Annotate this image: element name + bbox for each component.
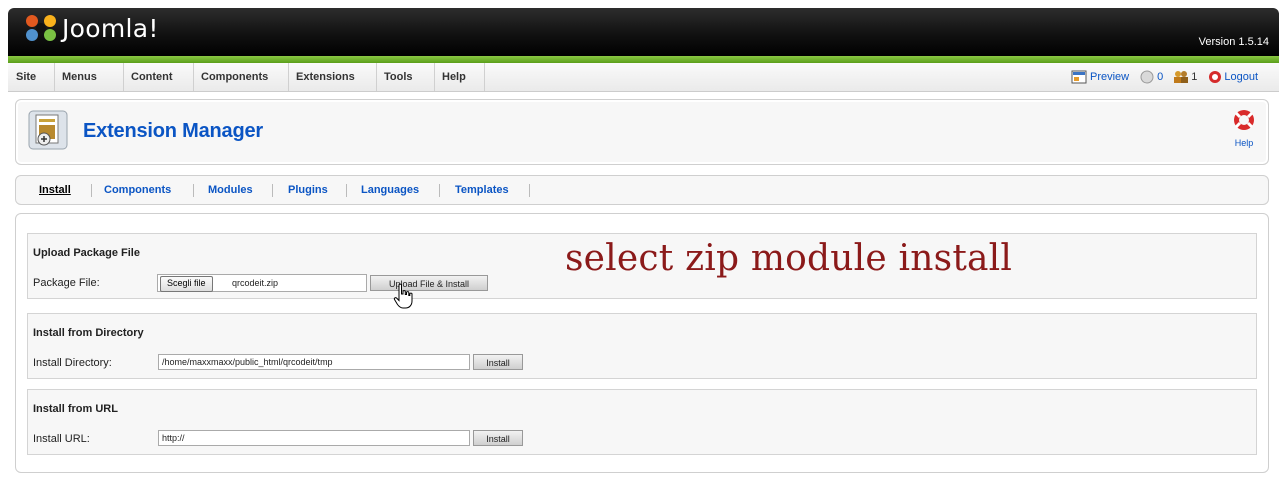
directory-section-title: Install from Directory	[33, 327, 144, 339]
tab-modules[interactable]: Modules	[208, 176, 253, 204]
users-icon	[1174, 71, 1189, 83]
menu-tools[interactable]: Tools	[376, 63, 435, 91]
tab-separator	[346, 184, 347, 197]
install-url-label: Install URL:	[33, 433, 90, 445]
upload-section-title: Upload Package File	[33, 247, 140, 259]
main-menu: Site Menus Content Components Extensions…	[8, 63, 1279, 92]
users-count-label: 1	[1191, 71, 1198, 83]
tab-components[interactable]: Components	[104, 176, 171, 204]
install-url-section: Install from URL Install URL: http:// In…	[27, 389, 1257, 455]
joomla-logo-icon	[26, 15, 56, 41]
logout-label[interactable]: Logout	[1224, 71, 1258, 83]
tab-languages[interactable]: Languages	[361, 176, 419, 204]
menu-extensions[interactable]: Extensions	[288, 63, 377, 91]
help-label[interactable]: Help	[1230, 138, 1258, 148]
package-file-label: Package File:	[33, 277, 100, 289]
messages-icon	[1140, 70, 1154, 84]
version-label: Version 1.5.14	[1198, 36, 1269, 48]
tab-separator	[439, 184, 440, 197]
logout-link[interactable]: Logout	[1207, 70, 1258, 84]
messages-count[interactable]: 0	[1139, 70, 1163, 84]
menu-content[interactable]: Content	[123, 63, 194, 91]
tab-plugins[interactable]: Plugins	[288, 176, 328, 204]
annotation-text: select zip module install	[565, 238, 1013, 279]
menu-site[interactable]: Site	[8, 63, 55, 91]
package-file-input[interactable]: Scegli file qrcodeit.zip	[157, 274, 367, 292]
submenu-tabs: Install Components Modules Plugins Langu…	[15, 175, 1269, 205]
install-directory-section: Install from Directory Install Directory…	[27, 313, 1257, 379]
menu-help[interactable]: Help	[434, 63, 485, 91]
lifebuoy-icon	[1234, 110, 1254, 130]
choose-file-button[interactable]: Scegli file	[160, 276, 213, 292]
selected-file-name: qrcodeit.zip	[232, 278, 279, 288]
hand-cursor-icon	[393, 283, 413, 309]
menu-components[interactable]: Components	[193, 63, 289, 91]
install-directory-label: Install Directory:	[33, 357, 112, 369]
extension-manager-icon	[28, 110, 68, 150]
upload-install-button[interactable]: Upload File & Install	[370, 275, 488, 291]
logout-icon	[1209, 71, 1222, 83]
messages-count-label: 0	[1157, 71, 1164, 83]
install-url-input[interactable]: http://	[158, 430, 470, 446]
tab-separator	[272, 184, 273, 197]
toolbar-panel: Extension Manager Help	[15, 99, 1269, 165]
tab-separator	[193, 184, 194, 197]
preview-label[interactable]: Preview	[1090, 71, 1129, 83]
header-bar: Joomla! Version 1.5.14	[8, 8, 1279, 56]
tab-separator	[91, 184, 92, 197]
preview-link[interactable]: Preview	[1071, 70, 1129, 84]
help-button[interactable]: Help	[1230, 108, 1258, 148]
url-section-title: Install from URL	[33, 403, 118, 415]
page-title: Extension Manager	[83, 120, 263, 142]
menu-menus[interactable]: Menus	[54, 63, 124, 91]
joomla-logo[interactable]: Joomla!	[22, 12, 159, 44]
logo-text: Joomla!	[62, 13, 159, 43]
preview-icon	[1071, 70, 1087, 84]
menu-status-area: Preview 0 1 Logout	[1071, 63, 1258, 91]
users-count[interactable]: 1	[1173, 70, 1197, 84]
tab-separator	[529, 184, 530, 197]
tab-templates[interactable]: Templates	[455, 176, 509, 204]
install-directory-button[interactable]: Install	[473, 354, 523, 370]
header-accent-bar	[8, 56, 1279, 63]
tab-install[interactable]: Install	[39, 176, 71, 204]
install-url-button[interactable]: Install	[473, 430, 523, 446]
install-directory-input[interactable]: /home/maxxmaxx/public_html/qrcodeit/tmp	[158, 354, 470, 370]
